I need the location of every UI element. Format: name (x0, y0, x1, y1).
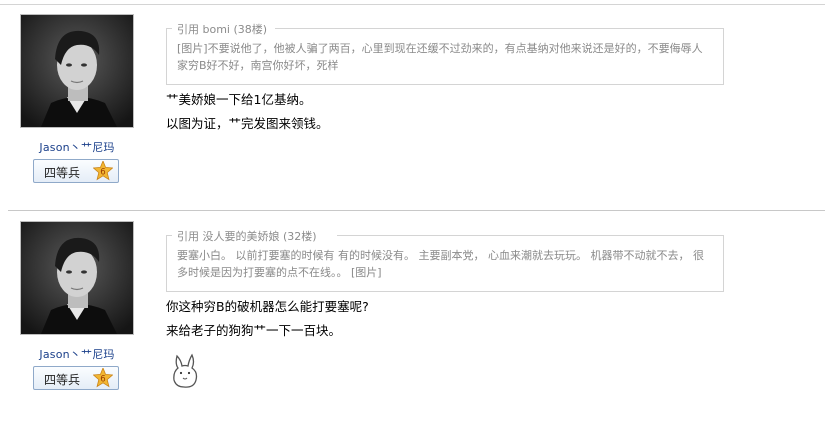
post-line-1: 你这种穷B的破机器怎么能打要塞呢? (166, 299, 369, 314)
quote-author[interactable]: 没人要的美娇娘 (203, 230, 280, 243)
quote-floor: (38楼) (233, 23, 268, 36)
rank-star-icon: 6 (93, 161, 113, 181)
rank-badge: 四等兵 6 (33, 159, 119, 183)
username[interactable]: Jason丶艹尼玛 (20, 139, 134, 155)
user-avatar[interactable] (20, 14, 134, 128)
rank-level: 6 (100, 375, 105, 385)
avatar-portrait-image (21, 222, 133, 334)
quote-title: 引用 bomi (38楼) (175, 21, 270, 37)
rank-label: 四等兵 (44, 166, 81, 180)
rabbit-sticker-icon (173, 353, 198, 388)
top-divider (0, 4, 825, 5)
quote-title: 引用 没人要的美娇娘 (32楼) (175, 228, 319, 244)
post-line-1: 艹美娇娘一下给1亿基纳。 (166, 92, 312, 107)
quote-block: 引用 没人要的美娇娘 (32楼) 要塞小白。 以前打要塞的时候有 有的时候没有。… (166, 228, 724, 292)
quote-prefix: 引用 (177, 230, 199, 243)
quote-author[interactable]: bomi (203, 23, 230, 36)
avatar-portrait-image (21, 15, 133, 127)
quote-prefix: 引用 (177, 23, 199, 36)
user-avatar[interactable] (20, 221, 134, 335)
rank-star-icon: 6 (93, 368, 113, 388)
quote-block: 引用 bomi (38楼) [图片]不要说他了，他被人骗了两百，心里到现在还缓不… (166, 21, 724, 85)
post-line-2: 来给老子的狗狗艹一下一百块。 (166, 323, 342, 338)
post-divider (8, 210, 825, 211)
rank-label: 四等兵 (44, 373, 81, 387)
rank-badge: 四等兵 6 (33, 366, 119, 390)
username[interactable]: Jason丶艹尼玛 (20, 346, 134, 362)
post-line-2: 以图为证，艹完发图来领钱。 (166, 116, 329, 131)
rank-level: 6 (100, 168, 105, 178)
quote-floor: (32楼) (283, 230, 317, 243)
